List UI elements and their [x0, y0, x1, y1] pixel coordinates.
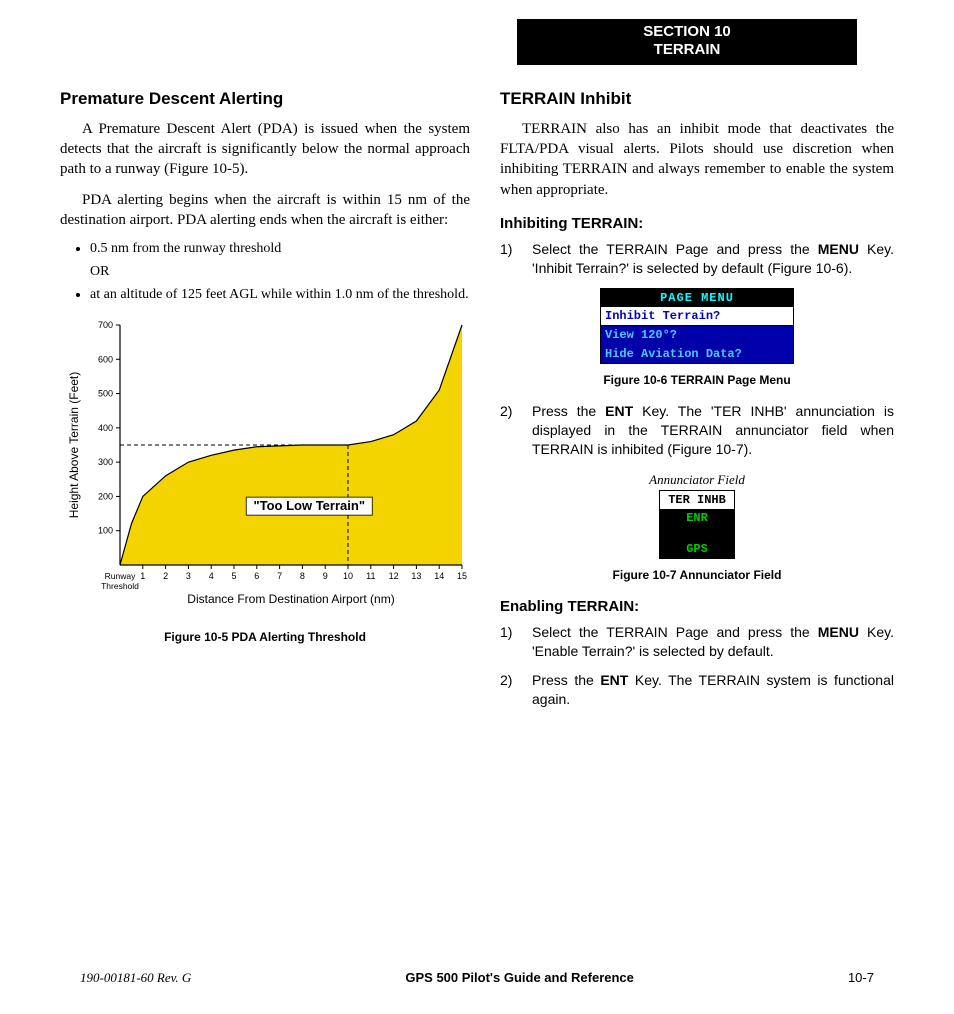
svg-text:6: 6: [254, 571, 259, 581]
section-header: SECTION 10 TERRAIN: [517, 19, 857, 65]
svg-text:400: 400: [98, 423, 113, 433]
svg-text:2: 2: [163, 571, 168, 581]
page-menu-row: Hide Aviation Data?: [601, 345, 793, 363]
step-text: Press the ENT Key. The TERRAIN system is…: [532, 671, 894, 709]
chart-figure-10-5: 1234567891011121314151002003004005006007…: [60, 315, 470, 621]
annunciator-top: TER INHB: [660, 491, 734, 509]
section-header-line1: SECTION 10: [517, 23, 857, 41]
ent-key-label: ENT: [600, 672, 628, 688]
menu-key-label: MENU: [818, 241, 859, 257]
annunciator-blank: [660, 528, 734, 540]
doc-rev: 190-00181-60 Rev. G: [80, 970, 191, 986]
heading-pda: Premature Descent Alerting: [60, 88, 470, 111]
right-column: TERRAIN Inhibit TERRAIN also has an inhi…: [500, 88, 894, 719]
annunciator-figure: Annunciator Field TER INHB ENR GPS: [500, 471, 894, 559]
page-menu-selected: Inhibit Terrain?: [601, 307, 793, 326]
annunciator-gps: GPS: [660, 540, 734, 558]
step-text: Select the TERRAIN Page and press the ME…: [532, 240, 894, 278]
heading-enabling: Enabling TERRAIN:: [500, 597, 894, 617]
svg-text:8: 8: [300, 571, 305, 581]
svg-text:600: 600: [98, 354, 113, 364]
step-number: 2): [500, 671, 532, 709]
menu-key-label: MENU: [818, 624, 859, 640]
svg-text:14: 14: [434, 571, 444, 581]
pda-para2: PDA alerting begins when the aircraft is…: [60, 190, 470, 231]
step-text: Press the ENT Key. The 'TER INHB' annunc…: [532, 402, 894, 459]
page-footer: 190-00181-60 Rev. G GPS 500 Pilot's Guid…: [80, 970, 874, 986]
heading-terrain-inhibit: TERRAIN Inhibit: [500, 88, 894, 111]
svg-text:5: 5: [231, 571, 236, 581]
heading-inhibiting: Inhibiting TERRAIN:: [500, 214, 894, 234]
ent-key-label: ENT: [605, 403, 633, 419]
enable-step-1: 1) Select the TERRAIN Page and press the…: [500, 623, 894, 661]
annunciator-box: TER INHB ENR GPS: [659, 490, 735, 559]
annunciator-enr: ENR: [660, 509, 734, 527]
svg-text:1: 1: [140, 571, 145, 581]
figure-10-5-caption: Figure 10-5 PDA Alerting Threshold: [60, 629, 470, 645]
svg-text:9: 9: [323, 571, 328, 581]
figure-10-6-caption: Figure 10-6 TERRAIN Page Menu: [500, 372, 894, 388]
svg-text:300: 300: [98, 457, 113, 467]
step-text: Select the TERRAIN Page and press the ME…: [532, 623, 894, 661]
step-number: 2): [500, 402, 532, 459]
step-number: 1): [500, 623, 532, 661]
svg-text:12: 12: [389, 571, 399, 581]
or-label: OR: [90, 263, 470, 282]
page-menu-fig: PAGE MENU Inhibit Terrain? View 120°? Hi…: [600, 288, 794, 364]
svg-text:3: 3: [186, 571, 191, 581]
list-item: at an altitude of 125 feet AGL while wit…: [90, 286, 470, 305]
svg-text:100: 100: [98, 526, 113, 536]
svg-text:200: 200: [98, 491, 113, 501]
list-item: 0.5 nm from the runway threshold OR: [90, 240, 470, 282]
page-number: 10-7: [848, 970, 874, 986]
svg-text:4: 4: [209, 571, 214, 581]
enable-step-2: 2) Press the ENT Key. The TERRAIN system…: [500, 671, 894, 709]
svg-text:Runway: Runway: [105, 571, 136, 581]
doc-title: GPS 500 Pilot's Guide and Reference: [405, 970, 634, 986]
svg-text:700: 700: [98, 320, 113, 330]
svg-text:15: 15: [457, 571, 467, 581]
pda-chart-svg: 1234567891011121314151002003004005006007…: [60, 315, 470, 615]
page-menu-title: PAGE MENU: [601, 289, 793, 307]
svg-text:Height Above Terrain (Feet): Height Above Terrain (Feet): [67, 372, 81, 519]
section-header-line2: TERRAIN: [517, 41, 857, 59]
svg-text:Threshold: Threshold: [101, 581, 139, 591]
svg-text:Distance From Destination Airp: Distance From Destination Airport (nm): [187, 592, 394, 606]
svg-text:11: 11: [366, 571, 375, 581]
annunciator-label: Annunciator Field: [500, 471, 894, 489]
figure-10-7-caption: Figure 10-7 Annunciator Field: [500, 567, 894, 583]
svg-text:10: 10: [343, 571, 353, 581]
step-number: 1): [500, 240, 532, 278]
pda-conditions-list: 0.5 nm from the runway threshold OR at a…: [90, 240, 470, 305]
inhibit-step-1: 1) Select the TERRAIN Page and press the…: [500, 240, 894, 278]
pda-para1: A Premature Descent Alert (PDA) is issue…: [60, 119, 470, 180]
svg-text:"Too Low Terrain": "Too Low Terrain": [253, 498, 365, 513]
inhibit-step-2: 2) Press the ENT Key. The 'TER INHB' ann…: [500, 402, 894, 459]
left-column: Premature Descent Alerting A Premature D…: [60, 88, 470, 719]
page-menu-row: View 120°?: [601, 326, 793, 344]
svg-text:7: 7: [277, 571, 282, 581]
inhibit-para1: TERRAIN also has an inhibit mode that de…: [500, 119, 894, 200]
svg-text:13: 13: [411, 571, 421, 581]
svg-text:500: 500: [98, 388, 113, 398]
list-item-text: 0.5 nm from the runway threshold: [90, 241, 281, 256]
